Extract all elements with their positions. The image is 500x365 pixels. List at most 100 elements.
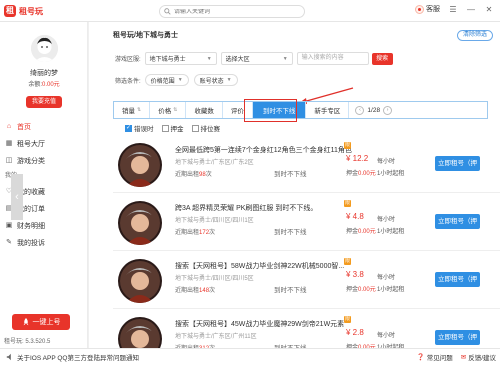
check-label: 错误时 [134,126,154,133]
listing-status: 到时不下线 [274,287,307,294]
deposit-value: 0.00元 [358,287,376,293]
sidebar-item-complaints[interactable]: ✎ 我的投诉 [0,234,88,251]
sidebar-item-label: 租号大厅 [17,140,45,148]
min-rent: 1小时起租 [377,287,405,293]
chevron-left-icon[interactable]: ‹ [11,174,23,220]
rent-now-button[interactable]: 立即租号（押金） [435,156,480,182]
region-filter-row: 游戏区服: 地下城与勇士 ▼ 选择大区 ▼ 输入搜索的内容 搜索 [115,52,393,65]
min-rent: 1小时起租 [377,229,405,235]
sidebar-item-hall[interactable]: ▦ 租号大厅 [0,135,88,152]
search-button[interactable]: 搜索 [371,52,393,65]
filter-checks: ✓ 错误时 押金 排位赛 [125,123,220,133]
balance: 余额:0.00元 [0,79,88,88]
listing-title[interactable]: 全网最低跨5第一连续7个金身红12角色三个金身红11角色 [175,145,352,155]
avatar[interactable] [31,35,58,62]
tab-newbie[interactable]: 新手专区 [306,102,350,118]
notice-text: 关于IOS APP QQ第三方登陆异常问题通知 [17,355,139,362]
next-page-button[interactable]: › [383,105,393,115]
notice[interactable]: 关于IOS APP QQ第三方登陆异常问题通知 [0,352,139,362]
hall-icon: ▦ [5,139,13,147]
search-input[interactable] [174,8,299,15]
account-status-select[interactable]: 账号状态 ▼ [193,74,238,86]
condition-label: 筛选条件: [115,78,141,85]
account-status-label: 账号状态 [199,78,224,85]
listing-title[interactable]: 跨3A 超界精灵荣耀 PK刷图红服 到时不下线。 [175,203,317,213]
game-select-value: 地下城与勇士 [149,57,186,63]
limit-badge: 限 [344,142,351,149]
game-select[interactable]: 地下城与勇士 ▼ [144,52,217,65]
prev-page-button[interactable]: ‹ [355,105,365,115]
tab-price[interactable]: 价格 ⇅ [150,102,187,118]
check-label: 押金 [170,126,184,133]
price-range-select[interactable]: 价格范围 ▼ [144,74,189,86]
rent-now-button[interactable]: 立即租号（押金） [435,214,480,240]
rocket-icon [23,318,28,326]
clear-filter-button[interactable]: 清除筛选 [456,30,493,41]
listing-server: 地下城与勇士/广东区/广州11区 [175,334,257,340]
tab-favorites[interactable]: 收藏数 [186,102,223,118]
sidebar-item-home[interactable]: ⌂ 首页 [0,118,88,135]
sidebar-item-category[interactable]: ◫ 游戏分类 [0,152,88,169]
menu-button[interactable]: ☰ [448,5,458,14]
rent-suffix: 次 [205,172,212,178]
price-unit: 每小时 [377,333,396,339]
minimize-button[interactable]: — [466,5,476,14]
check-error-time[interactable]: ✓ 错误时 [125,123,154,133]
listing-deposit: 押金0.00元 [346,226,376,235]
bottom-bar: 关于IOS APP QQ第三方登陆异常问题通知 ❓ 常见问题 ✉ 反馈/建议 [0,348,500,365]
check-deposit[interactable]: 押金 [161,123,184,133]
tab-label: 价格 [158,108,172,115]
help-icon: ❓ [416,354,425,361]
recharge-button[interactable]: 我要充值 [26,96,62,108]
rent-suffix: 次 [209,288,216,294]
breadcrumb: 租号玩/地下城与勇士 [113,32,178,39]
check-ranked[interactable]: 排位赛 [191,123,220,133]
listing-server: 地下城与勇士/四川区/四川1区 [175,218,254,224]
game-character-thumbnail [118,259,162,303]
rent-now-button[interactable]: 立即租号（押金） [435,272,480,298]
price-unit: 每小时 [377,275,396,281]
checkbox-icon: ✓ [125,124,132,132]
balance-value: 0.00元 [41,82,60,88]
customer-service-button[interactable]: 客服 [415,4,440,14]
close-button[interactable]: ✕ [484,5,494,14]
page-indicator: 1/28 [367,106,381,114]
game-character-thumbnail [118,201,162,245]
help-link[interactable]: ❓ 常见问题 [417,352,453,362]
listing-title[interactable]: 搜索【天网租号】45W战力毕业魔神29W剑帝21W元素 [175,319,344,329]
rent-prefix: 近期出租 [175,230,200,236]
sort-icon: ⇅ [173,107,178,113]
rent-now-button[interactable]: 立即租号（押金） [435,330,480,345]
listing-server: 地下城与勇士/广东区/广东2区 [175,160,254,166]
listing-rent-count: 近期出租98次 [175,169,212,178]
listing-row[interactable]: 搜索【天网租号】58W战力毕业剑神22W机械5000智... 地下城与勇士/四川区… [113,251,500,309]
listing-row[interactable]: 跨3A 超界精灵荣耀 PK刷图红服 到时不下线。地下城与勇士/四川区/四川1区近… [113,193,500,251]
deposit-value: 0.00元 [358,171,376,177]
rent-count: 98 [199,172,206,178]
rent-prefix: 近期出租 [175,288,200,294]
content-search-input[interactable]: 输入搜索的内容 [296,52,369,65]
service-label: 客服 [426,6,440,13]
price-unit: 每小时 [377,217,396,223]
feedback-link[interactable]: ✉ 反馈/建议 [461,352,496,362]
rent-suffix: 次 [209,230,216,236]
listing-title[interactable]: 搜索【天网租号】58W战力毕业剑神22W机械5000智... [175,261,344,271]
listing-row[interactable]: 全网最低跨5第一连续7个金身红12角色三个金身红11角色地下城与勇士/广东区/广… [113,135,500,193]
complaint-icon: ✎ [6,238,12,246]
bottom-bar-right: ❓ 常见问题 ✉ 反馈/建议 [417,352,496,362]
home-icon: ⌂ [6,122,12,130]
tab-sales[interactable]: 销量 ⇅ [114,102,151,118]
one-click-login-button[interactable]: 一键上号 [12,314,70,330]
listing-price: ¥ 4.8 [346,212,364,221]
finance-icon: ▣ [5,221,13,229]
deposit-label: 押金 [346,287,359,293]
server-select[interactable]: 选择大区 ▼ [220,52,293,65]
listing-row[interactable]: 搜索【天网租号】45W战力毕业魔神29W剑帝21W元素地下城与勇士/广东区/广州… [113,309,500,348]
search-box[interactable] [159,5,305,18]
server-select-value: 选择大区 [225,57,250,63]
condition-filter-row: 筛选条件: 价格范围 ▼ 账号状态 ▼ [115,74,238,86]
deposit-label: 押金 [346,229,359,235]
deposit-label: 押金 [346,171,359,177]
checkbox-icon [191,124,199,132]
version-text: 租号玩: 5.3.520.5 [4,339,51,345]
